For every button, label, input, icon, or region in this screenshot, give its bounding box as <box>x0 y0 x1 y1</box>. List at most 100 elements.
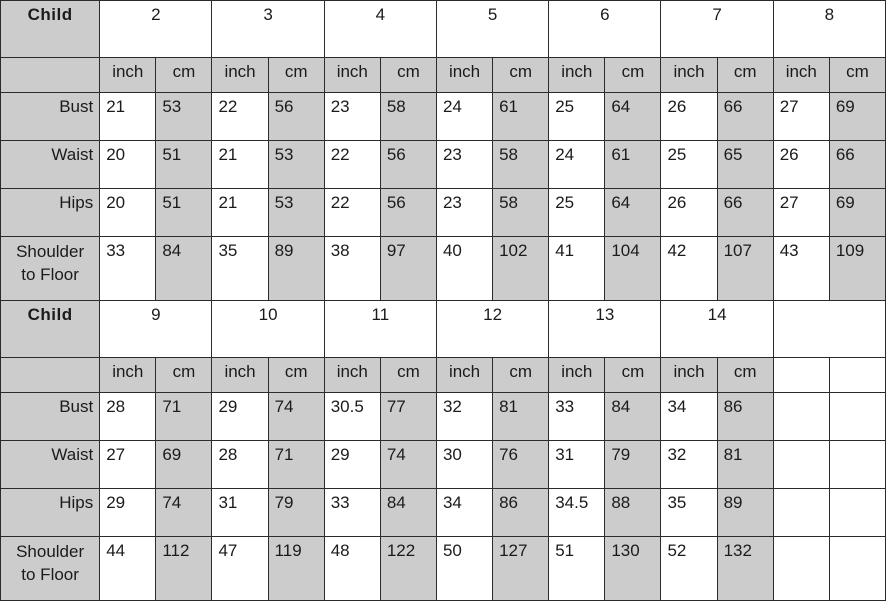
t1-bust-cm-7: 69 <box>828 92 886 141</box>
table-1-corner-label: Child <box>0 0 101 58</box>
t2-hips-cm-3: 84 <box>379 488 437 537</box>
t1-stf-cm-4: 102 <box>492 236 550 301</box>
t1-bust-cm-1: 53 <box>155 92 213 141</box>
table-row: Bust 21 53 22 56 23 58 24 61 25 64 26 66… <box>0 92 886 141</box>
t1-stf-inch-7: 43 <box>772 236 830 301</box>
table-row: Shoulder to Floor 33 84 35 89 38 97 40 10… <box>0 236 886 301</box>
table-1-unit-inch-5: inch <box>548 57 606 93</box>
table-2-unit-inch-5: inch <box>548 357 606 393</box>
t1-stf-inch-3: 38 <box>323 236 381 301</box>
t2-bust-inch-1: 28 <box>99 392 157 441</box>
t1-bust-cm-5: 64 <box>604 92 662 141</box>
t2-hips-inch-blank <box>772 488 830 537</box>
t2-waist-inch-2: 28 <box>211 440 269 489</box>
t2-waist-inch-4: 30 <box>435 440 494 489</box>
t1-hips-inch-2: 21 <box>211 188 269 237</box>
table-1-unit-corner-blank <box>0 57 101 93</box>
table-2-size-14: 14 <box>660 300 774 358</box>
t2-bust-cm-1: 71 <box>155 392 213 441</box>
table-1-unit-cm-7: cm <box>828 57 886 93</box>
t2-hips-inch-2: 31 <box>211 488 269 537</box>
table-1-unit-cm-1: cm <box>155 57 213 93</box>
table-2-unit-inch-3: inch <box>323 357 381 393</box>
t1-bust-inch-4: 24 <box>435 92 494 141</box>
t1-bust-cm-3: 58 <box>379 92 437 141</box>
table-1-size-3: 3 <box>211 0 325 58</box>
t2-bust-inch-blank <box>772 392 830 441</box>
table-1-unit-cm-5: cm <box>604 57 662 93</box>
t1-stf-cm-7: 109 <box>828 236 886 301</box>
table-row: Waist 27 69 28 71 29 74 30 76 31 79 32 8… <box>0 440 886 489</box>
table-2-unit-cm-blank <box>828 357 886 393</box>
t2-bust-cm-blank <box>828 392 886 441</box>
t2-waist-inch-1: 27 <box>99 440 157 489</box>
t2-bust-cm-6: 86 <box>716 392 774 441</box>
table-row: Hips 29 74 31 79 33 84 34 86 34.5 88 35 … <box>0 488 886 537</box>
t1-waist-inch-2: 21 <box>211 140 269 189</box>
table-row: Waist 20 51 21 53 22 56 23 58 24 61 25 6… <box>0 140 886 189</box>
t2-hips-inch-5: 34.5 <box>548 488 606 537</box>
table-1-unit-cm-3: cm <box>379 57 437 93</box>
t1-hips-cm-3: 56 <box>379 188 437 237</box>
t2-hips-inch-6: 35 <box>660 488 718 537</box>
t1-waist-cm-7: 66 <box>828 140 886 189</box>
table-1-row-label-bust: Bust <box>0 92 101 141</box>
table-1-size-6: 6 <box>548 0 662 58</box>
t2-waist-cm-6: 81 <box>716 440 774 489</box>
t1-stf-cm-5: 104 <box>604 236 662 301</box>
table-1-unit-inch-1: inch <box>99 57 157 93</box>
table-2-unit-inch-1: inch <box>99 357 157 393</box>
table-row: Bust 28 71 29 74 30.5 77 32 81 33 84 34 … <box>0 392 886 441</box>
t2-bust-inch-3: 30.5 <box>323 392 381 441</box>
table-2-unit-cm-1: cm <box>155 357 213 393</box>
t1-waist-inch-6: 25 <box>660 140 718 189</box>
table-2-unit-cm-2: cm <box>267 357 325 393</box>
t1-stf-cm-1: 84 <box>155 236 213 301</box>
table-1-unit-inch-3: inch <box>323 57 381 93</box>
table-2-size-blank <box>772 300 886 358</box>
shoulder-label-line2: to Floor <box>21 264 79 284</box>
t2-hips-cm-blank <box>828 488 886 537</box>
table-row: Hips 20 51 21 53 22 56 23 58 25 64 26 66… <box>0 188 886 237</box>
t1-stf-inch-1: 33 <box>99 236 157 301</box>
t1-waist-inch-4: 23 <box>435 140 494 189</box>
t2-hips-cm-6: 89 <box>716 488 774 537</box>
shoulder-label-line2: to Floor <box>21 564 79 584</box>
table-2-unit-inch-2: inch <box>211 357 269 393</box>
t1-waist-inch-5: 24 <box>548 140 606 189</box>
t2-hips-cm-4: 86 <box>492 488 550 537</box>
t2-hips-cm-1: 74 <box>155 488 213 537</box>
table-1-size-header-row: Child 2 3 4 5 6 7 8 <box>0 0 886 58</box>
shoulder-label-line1: Shoulder <box>16 242 85 261</box>
table-2-unit-row: inch cm inch cm inch cm inch cm inch cm … <box>0 357 886 393</box>
table-1-unit-inch-4: inch <box>435 57 494 93</box>
table-1-unit-cm-2: cm <box>267 57 325 93</box>
t1-waist-cm-4: 58 <box>492 140 550 189</box>
t1-waist-cm-3: 56 <box>379 140 437 189</box>
t2-waist-cm-5: 79 <box>604 440 662 489</box>
t2-bust-inch-5: 33 <box>548 392 606 441</box>
table-1-size-7: 7 <box>660 0 774 58</box>
t1-bust-inch-2: 22 <box>211 92 269 141</box>
table-1-size-2: 2 <box>99 0 213 58</box>
t1-hips-inch-6: 26 <box>660 188 718 237</box>
t1-stf-inch-4: 40 <box>435 236 494 301</box>
table-2-unit-cm-6: cm <box>716 357 774 393</box>
t1-bust-inch-1: 21 <box>99 92 157 141</box>
t1-hips-cm-4: 58 <box>492 188 550 237</box>
t2-hips-inch-3: 33 <box>323 488 381 537</box>
t1-hips-inch-7: 27 <box>772 188 830 237</box>
t1-waist-cm-6: 65 <box>716 140 774 189</box>
t1-stf-inch-2: 35 <box>211 236 269 301</box>
table-2-size-9: 9 <box>99 300 213 358</box>
t1-stf-cm-2: 89 <box>267 236 325 301</box>
t2-waist-inch-3: 29 <box>323 440 381 489</box>
t1-stf-cm-3: 97 <box>379 236 437 301</box>
t1-waist-inch-7: 26 <box>772 140 830 189</box>
size-chart-table: Child 2 3 4 5 6 7 8 inch cm inch cm inch… <box>0 0 886 601</box>
table-1-size-8: 8 <box>772 0 886 58</box>
t2-waist-inch-blank <box>772 440 830 489</box>
t1-hips-cm-6: 66 <box>716 188 774 237</box>
t1-stf-inch-6: 42 <box>660 236 718 301</box>
table-1-unit-cm-6: cm <box>716 57 774 93</box>
